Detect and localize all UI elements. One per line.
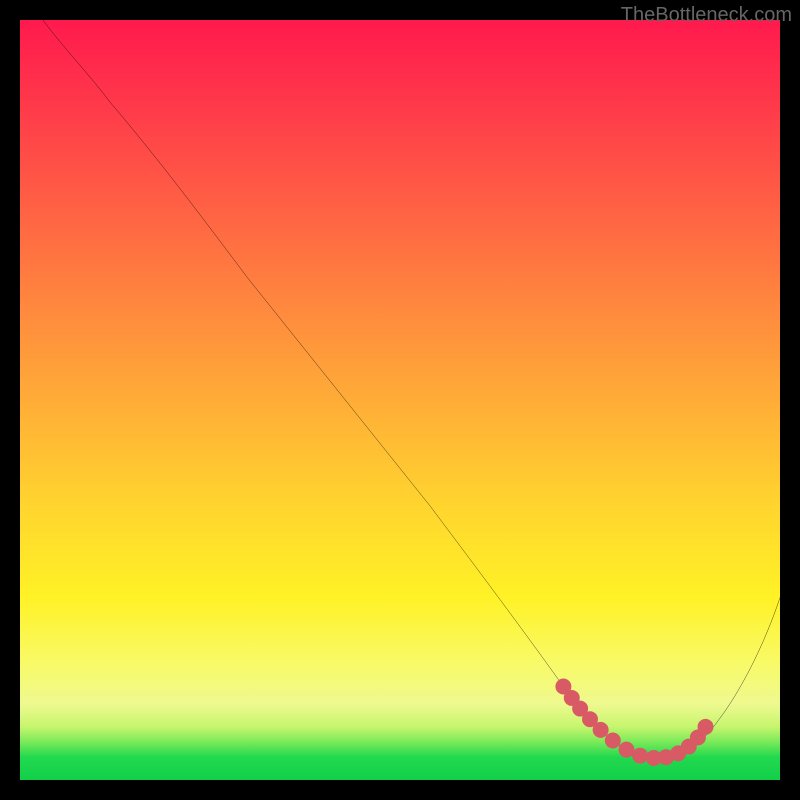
plot-area: [20, 20, 780, 780]
bottleneck-curve: [43, 20, 780, 761]
chart-container: TheBottleneck.com: [0, 0, 800, 800]
highlight-region: [559, 682, 709, 762]
curve-layer: [20, 20, 780, 780]
watermark-text: TheBottleneck.com: [621, 4, 792, 27]
